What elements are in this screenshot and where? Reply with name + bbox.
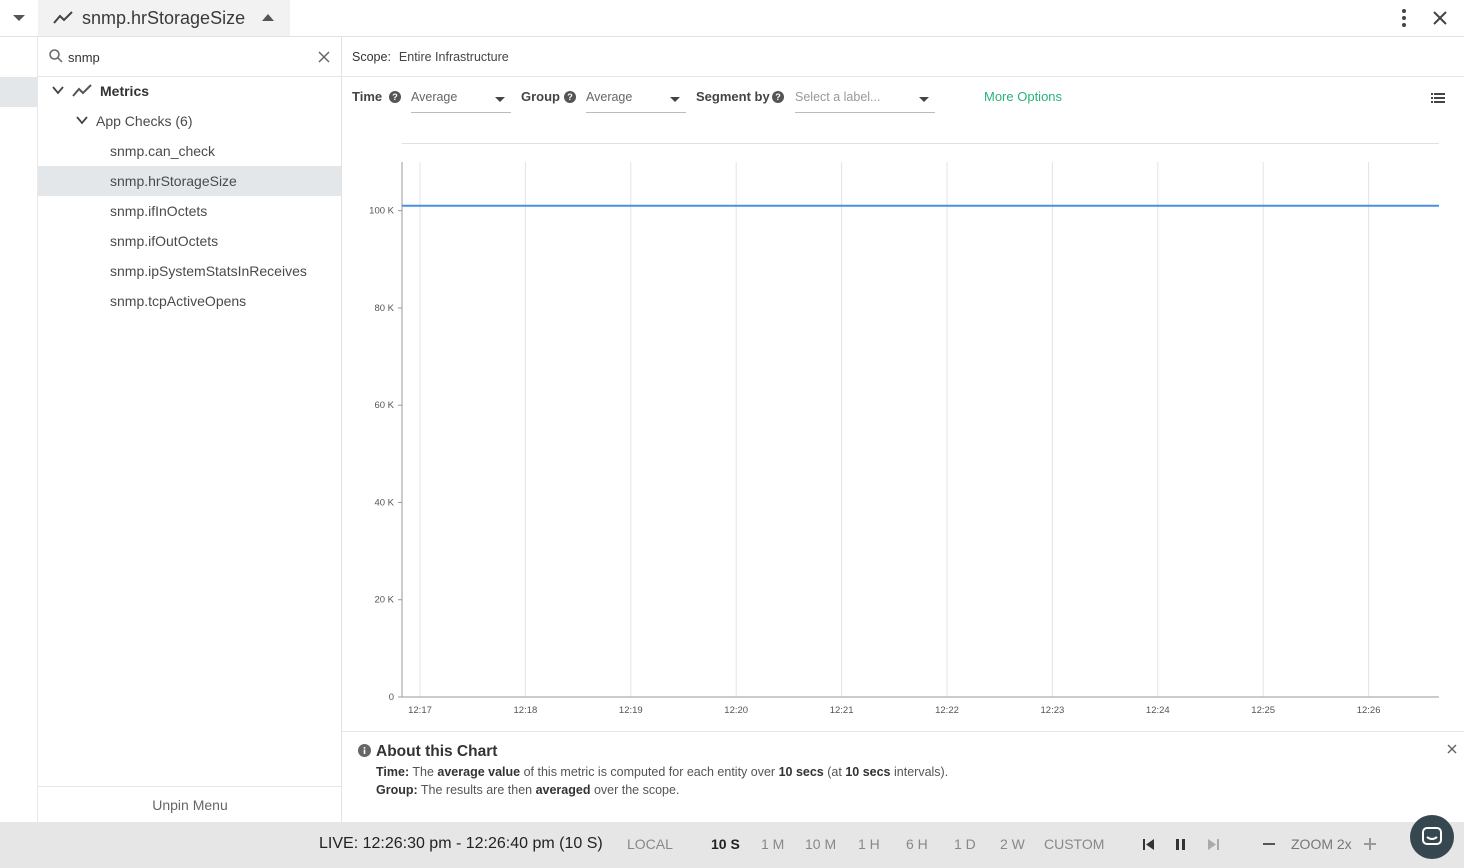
search-icon xyxy=(49,49,63,63)
y-tick-label: 100 K xyxy=(369,206,394,217)
x-tick-label: 12:26 xyxy=(1357,705,1381,716)
page-title: snmp.hrStorageSize xyxy=(82,7,246,28)
range-1h-button[interactable]: 1 H xyxy=(858,836,880,852)
search-bar xyxy=(38,37,342,77)
tree-item-snmp-ifoutoctets[interactable]: snmp.ifOutOctets xyxy=(38,226,341,256)
rail-active-indicator xyxy=(0,77,37,107)
x-tick-label: 12:18 xyxy=(514,705,538,716)
range-1m-button[interactable]: 1 M xyxy=(761,836,784,852)
chat-icon xyxy=(1422,827,1442,845)
help-icon[interactable]: ? xyxy=(564,91,576,103)
tree-item-snmp-ifinoctets[interactable]: snmp.ifInOctets xyxy=(38,196,341,226)
metric-tab[interactable]: snmp.hrStorageSize xyxy=(38,0,290,36)
collapse-panel-button[interactable] xyxy=(0,0,38,36)
y-tick-label: 0 xyxy=(389,692,394,703)
scope-label: Scope: xyxy=(352,49,391,64)
chat-support-button[interactable] xyxy=(1410,815,1454,859)
more-options-link[interactable]: More Options xyxy=(984,89,1062,104)
range-2w-button[interactable]: 2 W xyxy=(1000,836,1025,852)
x-tick-label: 12:22 xyxy=(935,705,959,716)
line-chart-icon xyxy=(53,11,73,24)
more-menu-icon[interactable] xyxy=(1395,4,1413,32)
help-icon[interactable]: ? xyxy=(389,91,401,103)
group-aggregation-select[interactable]: Average xyxy=(586,85,686,113)
time-aggregation-select[interactable]: Average xyxy=(411,85,511,113)
x-tick-label: 12:23 xyxy=(1041,705,1065,716)
unpin-menu-button[interactable]: Unpin Menu xyxy=(38,786,342,822)
search-input[interactable] xyxy=(68,48,308,66)
range-10m-button[interactable]: 10 M xyxy=(805,836,836,852)
group-label: Group xyxy=(521,89,560,104)
tree-item-snmp-ipsystemstatsinreceives[interactable]: snmp.ipSystemStatsInReceives xyxy=(38,256,341,286)
tree-item-label: snmp.ifOutOctets xyxy=(110,233,219,249)
tree-item-label: snmp.ipSystemStatsInReceives xyxy=(110,263,307,279)
skip-forward-icon[interactable] xyxy=(1207,839,1219,850)
close-icon[interactable] xyxy=(1444,741,1460,757)
scope-value[interactable]: Entire Infrastructure xyxy=(399,50,509,64)
zoom-level: ZOOM 2x xyxy=(1291,836,1352,852)
legend-list-icon[interactable] xyxy=(1431,92,1445,104)
range-1d-button[interactable]: 1 D xyxy=(954,836,976,852)
range-6h-button[interactable]: 6 H xyxy=(906,836,928,852)
chevron-down-icon xyxy=(76,116,88,125)
x-tick-label: 12:19 xyxy=(619,705,643,716)
x-tick-label: 12:25 xyxy=(1251,705,1275,716)
x-tick-label: 12:20 xyxy=(724,705,748,716)
metric-chart[interactable]: 0 20 K 40 K 60 K 80 K 100 K 12:17 12:18 12:19 12:… xyxy=(342,150,1452,725)
pause-icon[interactable] xyxy=(1175,839,1186,850)
tree-item-label: snmp.tcpActiveOpens xyxy=(110,293,247,309)
about-group-line: Group: The results are then averaged ove… xyxy=(376,783,680,797)
divider xyxy=(402,143,1439,144)
y-tick-label: 60 K xyxy=(374,400,394,411)
about-time-line: Time: The average value of this metric i… xyxy=(376,765,949,779)
chevron-down-icon xyxy=(13,15,25,21)
dropdown-arrow-icon xyxy=(495,97,505,102)
close-icon[interactable] xyxy=(1428,4,1452,32)
help-icon[interactable]: ? xyxy=(772,91,784,103)
zoom-out-icon[interactable] xyxy=(1263,843,1275,845)
dropdown-arrow-icon xyxy=(919,97,929,102)
y-tick-label: 80 K xyxy=(374,303,394,314)
segment-by-select[interactable]: Select a label... xyxy=(795,85,935,113)
time-label: Time xyxy=(352,89,383,104)
info-icon xyxy=(358,744,371,757)
tree-item-snmp-can-check[interactable]: snmp.can_check xyxy=(38,136,341,166)
zoom-in-icon[interactable] xyxy=(1364,838,1376,850)
y-tick-label: 40 K xyxy=(374,497,394,508)
range-custom-button[interactable]: CUSTOM xyxy=(1044,836,1104,852)
x-tick-label: 12:21 xyxy=(830,705,854,716)
dropdown-arrow-icon xyxy=(670,97,680,102)
caret-up-icon[interactable] xyxy=(261,13,275,22)
skip-back-icon[interactable] xyxy=(1143,839,1155,850)
tree-item-label: snmp.hrStorageSize xyxy=(110,173,237,189)
live-time-range[interactable]: LIVE: 12:26:30 pm - 12:26:40 pm (10 S) xyxy=(319,835,603,853)
x-tick-label: 12:24 xyxy=(1146,705,1170,716)
line-chart-icon xyxy=(72,84,92,97)
tree-item-label: snmp.ifInOctets xyxy=(110,203,208,219)
chevron-down-icon xyxy=(52,86,64,95)
tree-group-label: App Checks (6) xyxy=(96,113,193,129)
scope-bar: Scope: Entire Infrastructure xyxy=(342,37,1464,77)
left-rail xyxy=(0,37,38,822)
x-tick-label: 12:17 xyxy=(408,705,432,716)
tree-item-snmp-tcpactiveopens[interactable]: snmp.tcpActiveOpens xyxy=(38,286,341,316)
range-10s-button[interactable]: 10 S xyxy=(711,836,740,852)
about-title: About this Chart xyxy=(376,743,498,760)
tree-group-app-checks[interactable]: App Checks (6) xyxy=(38,106,341,136)
tree-item-label: snmp.can_check xyxy=(110,143,216,159)
segment-by-label: Segment by xyxy=(696,89,770,104)
tree-item-snmp-hrstoragesize[interactable]: snmp.hrStorageSize xyxy=(38,166,341,196)
local-timezone-toggle[interactable]: LOCAL xyxy=(627,836,673,852)
y-tick-label: 20 K xyxy=(374,595,394,606)
tree-root-metrics[interactable]: Metrics xyxy=(38,76,341,106)
tree-root-label: Metrics xyxy=(100,83,150,99)
clear-search-icon[interactable] xyxy=(318,51,330,63)
